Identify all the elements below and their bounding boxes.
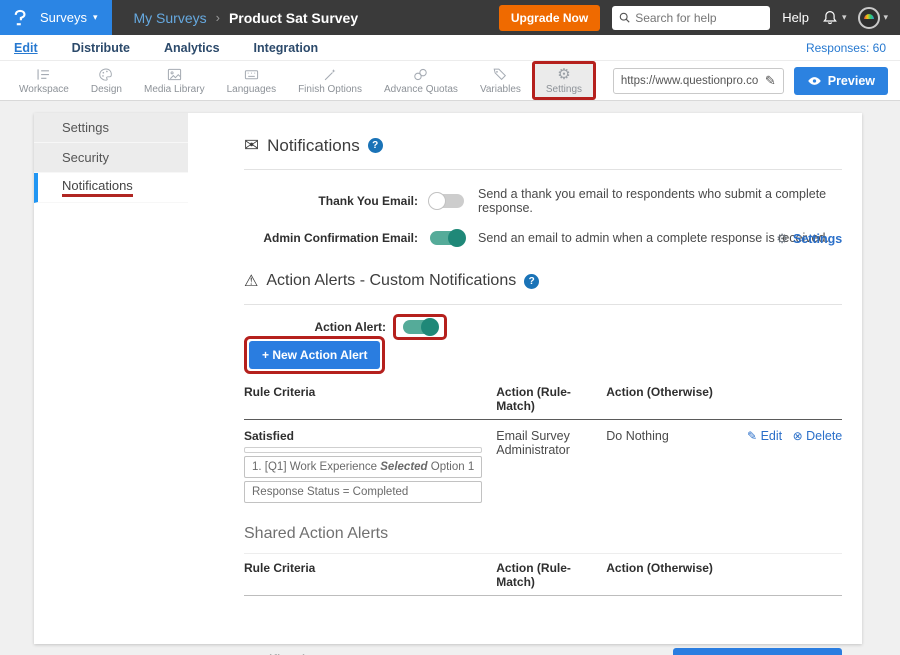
- toolbar-item-settings[interactable]: ⚙ Settings: [535, 64, 593, 97]
- sidebar-item-notifications[interactable]: Notifications: [34, 173, 188, 203]
- action-alerts-table-header: Rule Criteria Action (Rule-Match) Action…: [244, 378, 842, 420]
- criteria-strip: [244, 447, 482, 453]
- shared-alerts-title: Shared Action Alerts: [244, 525, 842, 543]
- product-switcher[interactable]: Surveys ▾: [40, 10, 98, 25]
- notifications-content: ✉ Notifications ? Thank You Email: Send …: [188, 113, 866, 644]
- otherwise-value: Do Nothing: [606, 429, 714, 503]
- tab-integration[interactable]: Integration: [254, 41, 319, 55]
- chevron-down-icon: ▾: [842, 13, 847, 22]
- criteria-item-2: Response Status = Completed: [244, 481, 482, 503]
- help-icon[interactable]: ?: [368, 138, 383, 153]
- chain-links-icon: [412, 67, 429, 82]
- image-icon: [166, 67, 183, 82]
- tab-analytics[interactable]: Analytics: [164, 41, 220, 55]
- chevron-down-icon: ▾: [93, 13, 98, 22]
- sidebar-item-settings[interactable]: Settings: [34, 113, 188, 143]
- action-alert-row: Satisfied 1. [Q1] Work Experience Select…: [244, 420, 842, 503]
- responses-count[interactable]: Responses: 60: [806, 41, 886, 55]
- product-label: Surveys: [40, 10, 87, 25]
- col-otherwise: Action (Otherwise): [606, 385, 714, 413]
- notification-groups-header: Notification Groups ? + New Notification…: [244, 648, 842, 655]
- account-menu[interactable]: ▾: [858, 7, 888, 29]
- shared-alerts-table-header: Rule Criteria Action (Rule-Match) Action…: [244, 553, 842, 596]
- edit-pencil-icon: ✎: [747, 429, 757, 443]
- help-icon[interactable]: ?: [524, 274, 539, 289]
- help-link[interactable]: Help: [782, 10, 809, 25]
- workspace-icon: [35, 67, 52, 82]
- admin-confirmation-toggle[interactable]: [430, 231, 464, 245]
- tab-edit[interactable]: Edit: [14, 41, 38, 55]
- edit-toolbar: Workspace Design Media Library Languages…: [0, 60, 900, 101]
- envelope-icon: ✉: [244, 135, 259, 156]
- settings-panel: Settings Security Notifications ✉ Notifi…: [34, 113, 862, 644]
- toolbar-item-media-library[interactable]: Media Library: [133, 61, 216, 100]
- tag-icon: [492, 67, 508, 82]
- annotation-box-action-alert: [393, 314, 447, 340]
- toolbar-item-variables[interactable]: Variables: [469, 61, 532, 100]
- admin-confirmation-row: Admin Confirmation Email: Send an email …: [244, 231, 842, 245]
- palette-icon: [98, 67, 114, 82]
- page-title: Notifications: [267, 136, 360, 156]
- module-nav: Edit Distribute Analytics Integration Re…: [0, 35, 900, 60]
- col-rule-match: Action (Rule-Match): [496, 385, 606, 413]
- toolbar-item-workspace[interactable]: Workspace: [8, 61, 80, 100]
- gear-icon: ⚙: [776, 231, 788, 247]
- delete-alert-link[interactable]: ⊗ Delete: [793, 429, 843, 443]
- rule-status: Satisfied: [244, 429, 482, 443]
- breadcrumb-separator-icon: ›: [216, 10, 220, 25]
- warning-icon: ⚠: [244, 271, 258, 291]
- divider: [244, 304, 842, 305]
- toolbar-item-design[interactable]: Design: [80, 61, 133, 100]
- avatar: [858, 7, 880, 29]
- thank-you-email-label: Thank You Email:: [244, 194, 418, 208]
- survey-url-input[interactable]: [621, 75, 759, 87]
- action-alert-label: Action Alert:: [244, 320, 386, 334]
- toolbar-item-languages[interactable]: Languages: [216, 61, 288, 100]
- help-search[interactable]: [612, 6, 770, 30]
- breadcrumb: My Surveys › Product Sat Survey: [134, 10, 359, 26]
- toolbar-item-advance-quotas[interactable]: Advance Quotas: [373, 61, 469, 100]
- rule-match-value: Email Survey Administrator: [496, 429, 606, 503]
- page-background: Settings Security Notifications ✉ Notifi…: [0, 101, 900, 655]
- edit-url-pencil-icon[interactable]: ✎: [765, 73, 776, 89]
- edit-alert-link[interactable]: ✎ Edit: [747, 429, 782, 443]
- survey-url-field[interactable]: ✎: [613, 68, 784, 94]
- tab-distribute[interactable]: Distribute: [72, 41, 130, 55]
- notifications-bell-menu[interactable]: ▾: [821, 9, 847, 27]
- eye-icon: [807, 75, 822, 87]
- brand-block[interactable]: Surveys ▾: [0, 0, 112, 35]
- new-notification-group-button[interactable]: + New Notification Group: [673, 648, 843, 655]
- action-alerts-title: Action Alerts - Custom Notifications: [266, 272, 516, 290]
- delete-circle-icon: ⊗: [793, 429, 803, 443]
- upgrade-now-button[interactable]: Upgrade Now: [499, 5, 600, 31]
- gear-icon: ⚙: [557, 67, 570, 82]
- sidebar-item-security[interactable]: Security: [34, 143, 188, 173]
- questionpro-logo-icon: [10, 7, 30, 29]
- top-bar: Surveys ▾ My Surveys › Product Sat Surve…: [0, 0, 900, 35]
- toolbar-item-finish-options[interactable]: Finish Options: [287, 61, 373, 100]
- bell-icon: [821, 9, 839, 27]
- search-input[interactable]: [635, 11, 755, 25]
- survey-title: Product Sat Survey: [229, 10, 358, 26]
- new-action-alert-button[interactable]: + New Action Alert: [249, 341, 380, 369]
- admin-confirmation-label: Admin Confirmation Email:: [244, 231, 418, 245]
- magic-wand-icon: [322, 67, 338, 82]
- settings-sidebar: Settings Security Notifications: [34, 113, 188, 644]
- keyboard-icon: [243, 67, 260, 82]
- chevron-down-icon: ▾: [883, 13, 888, 22]
- search-icon: [618, 11, 631, 24]
- annotation-box-new-action-alert: + New Action Alert: [244, 336, 385, 374]
- annotation-box-settings: ⚙ Settings: [532, 61, 596, 100]
- criteria-item-1: 1. [Q1] Work Experience Selected Option …: [244, 456, 482, 478]
- thank-you-email-row: Thank You Email: Send a thank you email …: [244, 187, 842, 215]
- action-alert-toggle[interactable]: [403, 320, 437, 334]
- divider: [244, 169, 842, 170]
- col-rule-criteria: Rule Criteria: [244, 385, 496, 413]
- admin-email-settings-link[interactable]: ⚙ Settings: [776, 231, 842, 247]
- breadcrumb-parent[interactable]: My Surveys: [134, 10, 207, 26]
- thank-you-email-toggle[interactable]: [430, 194, 464, 208]
- thank-you-email-description: Send a thank you email to respondents wh…: [478, 187, 842, 215]
- preview-button[interactable]: Preview: [794, 67, 888, 95]
